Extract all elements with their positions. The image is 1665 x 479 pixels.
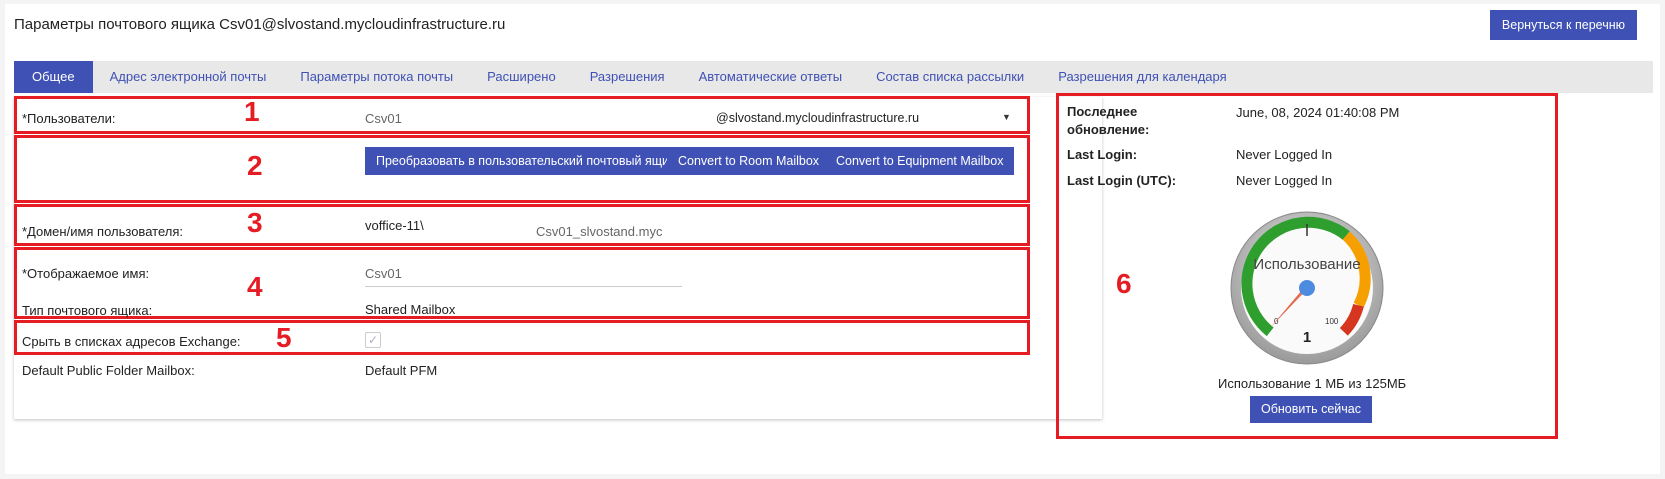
last-update-label: Последнее обновление:	[1067, 104, 1150, 137]
domain-user-label: *Домен/имя пользователя:	[22, 224, 183, 239]
domain-select[interactable]: @slvostand.mycloudinfrastructure.ru	[716, 111, 919, 125]
mailbox-type-value: Shared Mailbox	[365, 302, 456, 317]
tab-distribution-list[interactable]: Состав списка рассылки	[859, 61, 1041, 93]
domain-user-input[interactable]: Csv01_slvostand.myc	[536, 224, 662, 239]
last-update-value: June, 08, 2024 01:40:08 PM	[1236, 105, 1400, 120]
hide-from-address-lists-checkbox[interactable]: ✓	[365, 332, 381, 348]
tab-calendar-permissions[interactable]: Разрешения для календаря	[1041, 61, 1243, 93]
tab-email-address[interactable]: Адрес электронной почты	[93, 61, 284, 93]
back-to-list-button[interactable]: Вернуться к перечню	[1489, 10, 1637, 40]
page-title: Параметры почтового ящика Csv01@slvostan…	[14, 16, 506, 33]
convert-to-user-mailbox-button[interactable]: Преобразовать в пользовательский почтовы…	[365, 147, 686, 175]
last-login-label: Last Login:	[1067, 147, 1138, 162]
last-login-utc-value: Never Logged In	[1236, 173, 1333, 188]
annotation-box-4	[14, 247, 1030, 319]
checkmark-icon: ✓	[367, 333, 379, 347]
gauge-max-label: 100	[1325, 317, 1339, 326]
convert-to-room-mailbox-button[interactable]: Convert to Room Mailbox	[667, 147, 831, 175]
usage-text: Использование 1 МБ из 125МБ	[1218, 376, 1407, 391]
annotation-number-5: 5	[276, 322, 292, 353]
last-login-value: Never Logged In	[1236, 147, 1333, 162]
hide-from-address-lists-label: Срыть в списках адресов Exchange:	[22, 334, 241, 349]
convert-to-equipment-mailbox-button[interactable]: Convert to Equipment Mailbox	[825, 147, 1015, 175]
display-name-label: *Отображаемое имя:	[22, 266, 150, 281]
display-name-underline	[365, 286, 682, 287]
mailbox-type-label: Тип почтового ящика:	[22, 303, 153, 318]
gauge-value: 1	[1303, 329, 1311, 346]
annotation-number-3: 3	[247, 207, 263, 238]
gauge-title: Использование	[1253, 256, 1360, 273]
annotation-number-4: 4	[247, 271, 263, 302]
public-folder-mailbox-value: Default PFM	[365, 363, 438, 378]
users-label: *Пользователи:	[22, 111, 116, 126]
domain-prefix: voffice-11\	[365, 218, 424, 233]
refresh-now-button[interactable]: Обновить сейчас	[1250, 396, 1372, 423]
usage-gauge: Использование 0 100 1	[1230, 211, 1384, 365]
annotation-number-1: 1	[244, 96, 260, 127]
window: Параметры почтового ящика Csv01@slvostan…	[0, 0, 1665, 479]
tab-general[interactable]: Общее	[14, 61, 93, 93]
tab-mail-flow[interactable]: Параметры потока почты	[283, 61, 470, 93]
tab-advanced[interactable]: Расширено	[470, 61, 573, 93]
last-login-utc-label: Last Login (UTC):	[1067, 173, 1177, 188]
display-name-input[interactable]: Csv01	[365, 266, 402, 281]
tab-permissions[interactable]: Разрешения	[573, 61, 682, 93]
annotation-number-2: 2	[247, 150, 263, 181]
tab-bar: Общее Адрес электронной почты Параметры …	[14, 61, 1653, 93]
users-input[interactable]: Csv01	[365, 111, 402, 126]
tab-auto-replies[interactable]: Автоматические ответы	[682, 61, 859, 93]
annotation-number-6: 6	[1116, 268, 1132, 299]
public-folder-mailbox-label: Default Public Folder Mailbox:	[22, 363, 195, 378]
chevron-down-icon[interactable]: ▼	[1002, 112, 1011, 122]
gauge-hub	[1299, 280, 1315, 296]
